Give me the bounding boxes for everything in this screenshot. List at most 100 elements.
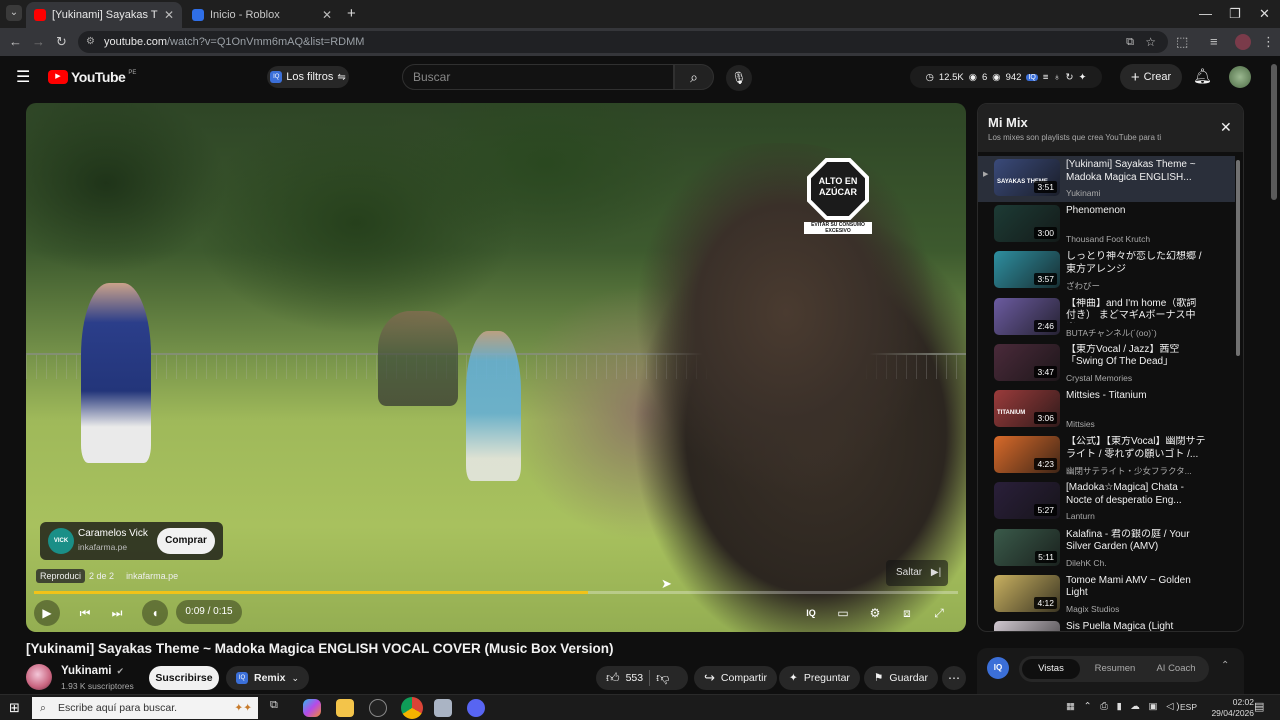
extensions-icon[interactable]: ⬚	[1176, 34, 1188, 50]
stats-widget[interactable]: ◷ 12.5K ◉ 6 ◉ 942 IQ ≡ ♁ ↻ ✦	[910, 66, 1102, 88]
save-button[interactable]: ⚑ Guardar	[864, 666, 938, 690]
mix-item-title: Sis Puella Magica (Light	[1066, 621, 1174, 632]
bookmark-star-icon[interactable]: ☆	[1145, 31, 1156, 53]
mix-item[interactable]: 3:57 しっとり神々が恋した幻想郷 / 東方アレンジ ざわびー	[978, 248, 1236, 294]
account-avatar[interactable]	[1229, 66, 1251, 88]
tab-ai-coach[interactable]: AI Coach	[1147, 659, 1205, 679]
buy-button[interactable]: Comprar	[157, 528, 215, 554]
close-tab-icon[interactable]: ✕	[322, 8, 332, 22]
page-scrollbar[interactable]	[1270, 58, 1278, 694]
windows-start-icon[interactable]: ⊞	[9, 700, 20, 716]
bookmark-icon: ⚑	[874, 672, 884, 684]
sparkle-icon: ✦	[789, 672, 798, 684]
share-button[interactable]: ↪ Compartir	[694, 666, 777, 690]
taskbar-clock[interactable]: 02:02 29/04/2026	[1211, 697, 1254, 719]
close-mix-icon[interactable]: ✕	[1220, 119, 1232, 136]
url-host: youtube.com	[104, 36, 167, 48]
progress-fill	[34, 591, 589, 594]
mix-item-title: しっとり神々が恋した幻想郷 / 東方アレンジ	[1066, 251, 1202, 275]
subscribe-button[interactable]: Suscribirse	[149, 666, 219, 690]
mix-item[interactable]: 4:23 【公式】【東方Vocal】幽閉サテライト / 零れずの願いゴト /...…	[978, 433, 1236, 479]
volume-icon[interactable]: ◖	[142, 600, 168, 626]
task-view-icon[interactable]: ⧉	[270, 699, 288, 717]
chevron-down-icon: ⌄	[291, 672, 300, 683]
app-icon-dark[interactable]	[369, 699, 387, 717]
skip-ad-button[interactable]: Saltar ▶|	[886, 560, 948, 586]
mix-item-artist: Magix Studios	[1066, 603, 1120, 614]
close-tab-icon[interactable]: ✕	[164, 8, 174, 22]
remix-button[interactable]: IQ Remix ⌄	[226, 666, 310, 690]
notifications-bell-icon[interactable]: 🔔︎	[1193, 67, 1212, 85]
mix-item[interactable]: 3:47 【東方Vocal / Jazz】茜空「Swing Of The Dead…	[978, 341, 1236, 387]
collapse-chevron-icon[interactable]: ⌃	[1221, 660, 1229, 671]
mix-item[interactable]: 4:12 Tomoe Mami AMV ~ Golden Light Magix S…	[978, 572, 1236, 618]
search-button[interactable]: ⌕	[674, 64, 714, 90]
install-app-icon[interactable]: ⧉	[1126, 31, 1134, 53]
mix-scrollbar[interactable]	[1235, 156, 1241, 628]
ad-count: 2 de 2	[89, 571, 115, 581]
mix-item-title: 【東方Vocal / Jazz】茜空「Swing Of The Dead」	[1066, 343, 1180, 368]
hamburger-menu-icon[interactable]: ☰	[16, 67, 30, 87]
voice-search-button[interactable]: 🎙	[726, 65, 752, 91]
previous-button[interactable]: ⏮	[72, 600, 98, 626]
address-bar[interactable]: ⚙ youtube.com/watch?v=Q1OnVmm6mAQ&list=R…	[78, 31, 1168, 53]
mix-item[interactable]: TITANIUM 3:06 Mittsies - Titanium Mittsies	[978, 387, 1236, 433]
back-icon[interactable]: ←	[9, 34, 22, 49]
restore-icon[interactable]: ❐	[1229, 6, 1241, 22]
ask-button[interactable]: ✦ Preguntar	[779, 666, 860, 690]
search-input[interactable]: Buscar	[402, 64, 674, 90]
forward-icon[interactable]: →	[32, 34, 45, 49]
youtube-logo[interactable]: ▶ YouTube PE	[48, 69, 136, 85]
page-scroll-thumb[interactable]	[1271, 64, 1277, 200]
media-control-icon[interactable]: ≡	[1210, 34, 1218, 49]
tab-list-icon[interactable]: ⌄	[6, 5, 22, 21]
scroll-thumb[interactable]	[1236, 160, 1240, 356]
subtitles-icon[interactable]: ▭	[830, 600, 856, 626]
channel-name[interactable]: Yukinami	[61, 665, 112, 677]
site-info-icon[interactable]: ⚙	[86, 31, 95, 53]
profile-avatar[interactable]	[1235, 34, 1251, 50]
tab-roblox[interactable]: Inicio - Roblox ✕	[184, 2, 340, 28]
mix-item[interactable]: 2:46 【神曲】and I'm home（歌詞付き） まどマギAボーナス中楽..…	[978, 295, 1236, 341]
reload-icon[interactable]: ↻	[56, 34, 67, 50]
create-button[interactable]: + Crear	[1120, 64, 1182, 90]
more-actions-button[interactable]: ⋯	[942, 666, 966, 690]
ad-card[interactable]: VICK Caramelos Vick inkafarma.pe Comprar	[40, 522, 223, 560]
chrome-icon[interactable]	[401, 697, 423, 719]
tab-youtube[interactable]: [Yukinami] Sayakas Theme ~ M ✕	[26, 2, 182, 28]
tray-icons[interactable]: ▦ ⌃ ⎙ ▮ ☁ ▣ ◁)	[1066, 701, 1183, 712]
play-button[interactable]: ▶	[34, 600, 60, 626]
minimize-icon[interactable]: —	[1199, 6, 1212, 21]
file-explorer-icon[interactable]	[336, 699, 354, 717]
mix-item[interactable]: Sis Puella Magica (Light	[978, 618, 1236, 632]
mix-item[interactable]: 3:00 Phenomenon Thousand Foot Krutch	[978, 202, 1236, 248]
filters-button[interactable]: IQ Los filtros ⇋	[267, 66, 349, 88]
mix-item[interactable]: 5:27 [Madoka☆Magica] Chata - Nocte of des…	[978, 479, 1236, 525]
progress-bar[interactable]	[34, 591, 958, 594]
settings-gear-icon[interactable]: ⚙	[862, 600, 888, 626]
close-window-icon[interactable]: ✕	[1259, 6, 1270, 22]
channel-name-row[interactable]: Yukinami ✔	[61, 665, 124, 677]
copilot-icon[interactable]	[303, 699, 321, 717]
iq-extension-icon[interactable]: IQ	[987, 657, 1009, 679]
mix-item[interactable]: 5:11 Kalafina - 君の銀の庭 / Your Silver Garde…	[978, 526, 1236, 572]
like-button[interactable]: 👍︎ 553	[606, 670, 643, 686]
new-tab-button[interactable]: +	[347, 5, 356, 22]
miniplayer-icon[interactable]: ⧈	[894, 600, 920, 626]
channel-avatar[interactable]	[26, 664, 52, 690]
mix-item-artist: Mittsies	[1066, 419, 1095, 429]
dislike-button[interactable]: 👎︎	[656, 670, 669, 686]
app-icon-window[interactable]	[434, 699, 452, 717]
tab-resumen[interactable]: Resumen	[1089, 659, 1141, 679]
tab-vistas[interactable]: Vistas	[1022, 659, 1080, 679]
notifications-icon[interactable]: ▤	[1254, 700, 1264, 713]
mix-item[interactable]: ▶ SAYAKAS THEME 3:51 [Yukinami] Sayakas The…	[978, 156, 1236, 202]
fullscreen-icon[interactable]: ⤢	[926, 600, 952, 626]
iq-player-icon[interactable]: IQ	[798, 600, 824, 626]
language-indicator[interactable]: ESP	[1180, 702, 1197, 712]
video-player[interactable]: ALTO EN AZÚCAR EVITAR SU CONSUMO EXCESIV…	[26, 103, 966, 632]
menu-kebab-icon[interactable]: ⋮	[1262, 34, 1275, 50]
taskbar-search-input[interactable]: ⌕ Escribe aquí para buscar. ✦✦	[32, 697, 258, 719]
next-button[interactable]: ⏭	[104, 600, 130, 626]
discord-icon[interactable]	[467, 699, 485, 717]
